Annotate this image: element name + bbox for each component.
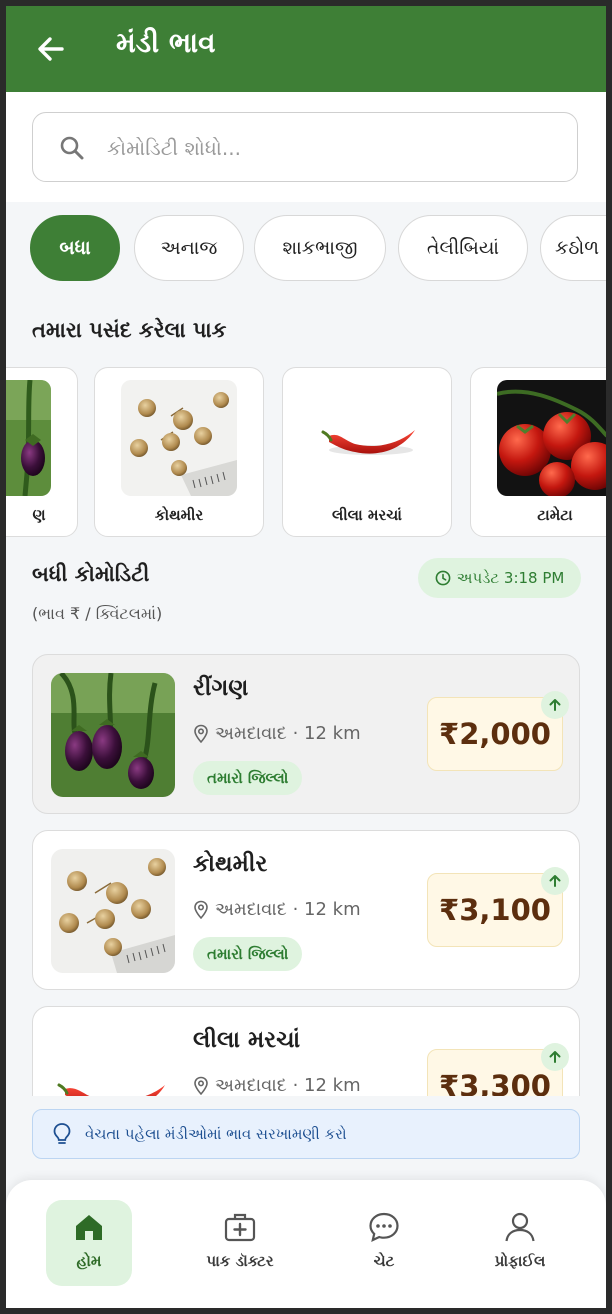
nav-home[interactable]: હોમ — [46, 1200, 132, 1286]
nav-profile[interactable]: પ્રોફાઈલ — [460, 1200, 580, 1286]
tomato-image — [497, 380, 606, 496]
trend-up-icon — [541, 867, 569, 895]
favorites-title: તમારા પસંદ કરેલા પાક — [32, 318, 227, 342]
favorite-label: કોથમીર — [154, 506, 204, 524]
commodity-location: અમદાવાદ · 12 km — [193, 899, 361, 920]
commodity-location: અમદાવાદ · 12 km — [193, 1075, 361, 1096]
search-input[interactable] — [105, 125, 549, 171]
coriander-seed-image — [51, 849, 175, 973]
price-unit-note: (ભાવ ₹ / ક્વિંટલમાં) — [32, 604, 163, 623]
filter-chip-grains[interactable]: અનાજ — [134, 215, 244, 281]
nav-crop-doctor-label: પાક ડૉક્ટર — [206, 1252, 274, 1270]
updated-time-badge: અપડેટ 3:18 PM — [418, 558, 581, 598]
favorite-label: ટામેટા — [537, 506, 573, 524]
location-pin-icon — [194, 724, 208, 743]
search-section — [6, 92, 606, 202]
profile-icon — [505, 1212, 535, 1242]
trend-up-icon — [541, 1043, 569, 1071]
favorite-card-coriander[interactable]: કોથમીર — [94, 367, 264, 537]
lightbulb-icon — [53, 1123, 71, 1144]
nav-profile-label: પ્રોફાઈલ — [494, 1252, 546, 1270]
location-pin-icon — [194, 900, 208, 919]
commodity-row-brinjal[interactable]: રીંગણ અમદાવાદ · 12 km તમારો જિલ્લો ₹2,00… — [32, 654, 580, 814]
favorite-label: લીલા મરચાં — [332, 506, 402, 524]
trend-up-icon — [541, 691, 569, 719]
favorite-card-brinjal[interactable]: ણ — [6, 367, 78, 537]
page-title: મંડી ભાવ — [116, 26, 216, 59]
brinjal-image — [6, 380, 51, 496]
green-chilli-image — [309, 380, 425, 496]
filter-chip-vegetables[interactable]: શાકભાજી — [254, 215, 386, 281]
brinjal-image — [51, 673, 175, 797]
clock-icon — [435, 570, 451, 586]
back-arrow-icon[interactable] — [34, 32, 68, 66]
commodity-name: કોથમીર — [193, 851, 268, 877]
nav-crop-doctor[interactable]: પાક ડૉક્ટર — [180, 1200, 300, 1286]
search-box[interactable] — [32, 112, 578, 182]
filter-chip-pulses[interactable]: કઠોળ — [540, 215, 606, 281]
home-district-tag: તમારો જિલ્લો — [193, 937, 303, 971]
app-bar: મંડી ભાવ — [6, 6, 606, 92]
nav-chat[interactable]: ચેટ — [324, 1200, 444, 1286]
home-icon — [76, 1215, 102, 1240]
commodity-location-text: અમદાવાદ · 12 km — [215, 1075, 361, 1096]
bottom-navigation: હોમ પાક ડૉક્ટર ચેટ પ્રોફાઈલ — [6, 1180, 606, 1308]
tip-text: વેચતા પહેલા મંડીઓમાં ભાવ સરખામણી કરો — [85, 1125, 347, 1143]
commodity-row-coriander[interactable]: કોથમીર અમદાવાદ · 12 km તમારો જિલ્લો ₹3,1… — [32, 830, 580, 990]
filter-chip-all[interactable]: બધા — [30, 215, 120, 281]
mandi-price-screen: મંડી ભાવ બધા અનાજ શાકભાજી તેલીબિયાં કઠોળ… — [6, 6, 606, 1308]
green-chilli-image — [51, 1025, 175, 1096]
location-pin-icon — [194, 1076, 208, 1095]
favorite-label: ણ — [32, 506, 46, 524]
filter-chip-oilseeds[interactable]: તેલીબિયાં — [398, 215, 528, 281]
chat-icon — [369, 1212, 399, 1242]
price-compare-tip: વેચતા પહેલા મંડીઓમાં ભાવ સરખામણી કરો — [32, 1109, 580, 1159]
updated-time-text: અપડેટ 3:18 PM — [456, 569, 565, 587]
category-filter-chips: બધા અનાજ શાકભાજી તેલીબિયાં કઠોળ — [30, 215, 606, 285]
commodity-location-text: અમદાવાદ · 12 km — [215, 723, 361, 744]
favorite-card-green-chilli[interactable]: લીલા મરચાં — [282, 367, 452, 537]
coriander-seed-image — [121, 380, 237, 496]
commodity-name: લીલા મરચાં — [193, 1027, 301, 1053]
commodity-location-text: અમદાવાદ · 12 km — [215, 899, 361, 920]
nav-chat-label: ચેટ — [373, 1252, 395, 1270]
all-commodities-title: બધી કોમોડિટી — [32, 562, 150, 586]
commodity-list[interactable]: રીંગણ અમદાવાદ · 12 km તમારો જિલ્લો ₹2,00… — [6, 646, 606, 1096]
search-icon — [60, 136, 84, 160]
nav-home-label: હોમ — [76, 1252, 102, 1270]
commodity-name: રીંગણ — [193, 675, 249, 701]
favorite-card-tomato[interactable]: ટામેટા — [470, 367, 606, 537]
medical-kit-icon — [224, 1213, 256, 1242]
commodity-location: અમદાવાદ · 12 km — [193, 723, 361, 744]
commodity-row-green-chilli[interactable]: લીલા મરચાં અમદાવાદ · 12 km ₹3,300 — [32, 1006, 580, 1096]
home-district-tag: તમારો જિલ્લો — [193, 761, 303, 795]
